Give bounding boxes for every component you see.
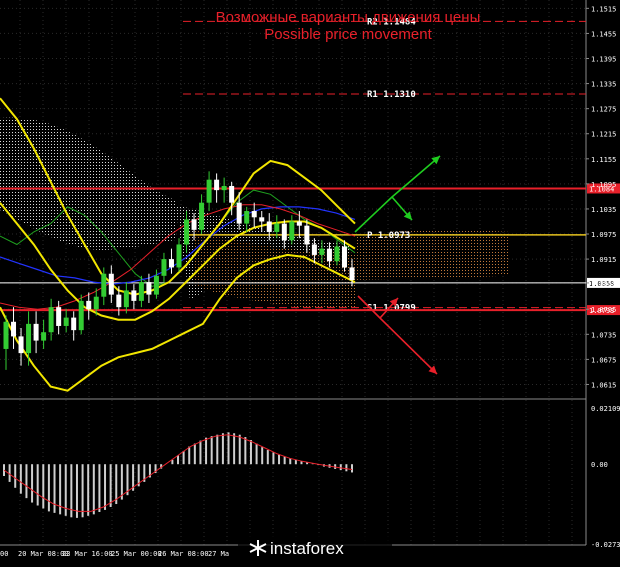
price-tick-label: 1.0615	[591, 381, 616, 389]
price-tick-label: 1.0735	[591, 331, 616, 339]
candle-body	[41, 332, 47, 341]
level-label-P: P 1.0973	[367, 231, 410, 241]
chart-title-ru: Возможные варианты движения цены	[216, 9, 481, 26]
candle-body	[349, 267, 355, 280]
candle-body	[319, 248, 325, 255]
candle-body	[3, 321, 9, 349]
candle-body	[184, 219, 190, 245]
time-label: 25 Mar 00:00	[111, 550, 162, 558]
candle-body	[48, 307, 54, 333]
price-tick-label: 1.0795	[591, 306, 616, 314]
candle-body	[131, 290, 137, 301]
candle-body	[146, 282, 152, 295]
time-label: 23 Mar 16:00	[62, 550, 113, 558]
candle-body	[236, 202, 242, 224]
price-tick-label: 1.0915	[591, 256, 616, 264]
price-tick-label: 1.1455	[591, 30, 616, 38]
chart-window: R2 1.1484 R1 1.1310 1.1084 P 1.0973 1.0858 S1…	[0, 0, 620, 563]
candle-body	[191, 219, 197, 230]
time-label: 20 Mar 08:00	[18, 550, 69, 558]
chart-title-en: Possible price movement	[264, 26, 432, 43]
price-tick-label: 1.0675	[591, 356, 616, 364]
macd-signal	[3, 434, 353, 512]
time-label: 26 Mar 08:00	[158, 550, 209, 558]
candle-body	[11, 321, 17, 337]
candle-body	[199, 202, 205, 230]
candle-body	[304, 225, 310, 245]
candle-body	[221, 185, 227, 191]
candle-body	[153, 275, 159, 295]
macd-tick-label: -0.02739	[591, 541, 620, 549]
candle-body	[123, 290, 129, 308]
candle-body	[296, 221, 302, 226]
candle-body	[326, 248, 332, 262]
candle-body	[214, 179, 220, 191]
price-tick-label: 1.1095	[591, 181, 616, 189]
time-label: 27 Ma	[208, 550, 229, 558]
time-label: 00	[0, 550, 8, 558]
price-tick-label: 1.0975	[591, 231, 616, 239]
candle-body	[33, 323, 39, 341]
price-tick-label: 1.1395	[591, 56, 616, 64]
candle-body	[78, 300, 84, 331]
candle-body	[93, 296, 99, 310]
watermark-text: instaforex	[270, 539, 344, 558]
candle-body	[56, 307, 62, 326]
candle-body	[161, 259, 167, 276]
candle-body	[281, 223, 287, 241]
candle-body	[18, 336, 24, 354]
candle-body	[71, 317, 77, 331]
candle-body	[341, 246, 347, 268]
price-tick-label: 1.1335	[591, 81, 616, 89]
candle-body	[63, 317, 69, 326]
candle-body	[86, 300, 92, 310]
candle-body	[244, 211, 250, 224]
arrow-up-long	[354, 155, 441, 233]
candle-body	[266, 221, 272, 232]
candle-body	[311, 244, 317, 255]
candle-body	[274, 223, 280, 232]
candle-body	[289, 221, 295, 241]
price-tick-label: 1.0858	[591, 280, 616, 288]
macd-tick-label: 0.02109	[591, 405, 620, 413]
forex-chart: R2 1.1484R1 1.13101.1084P 1.09731.0858S1…	[0, 0, 620, 563]
candle-body	[116, 294, 122, 308]
level-label-R1: R1 1.1310	[367, 90, 416, 100]
candle-body	[108, 273, 114, 295]
candle-body	[206, 179, 212, 203]
instaforex-logo: instaforex	[238, 533, 392, 563]
candle-body	[334, 246, 340, 262]
price-tick-label: 1.1215	[591, 131, 616, 139]
candle-body	[176, 244, 182, 268]
candle-body	[251, 211, 257, 218]
price-tick-label: 1.1515	[591, 5, 616, 13]
candle-body	[229, 185, 235, 203]
candle-body	[26, 323, 32, 354]
price-tick-label: 1.1275	[591, 106, 616, 114]
macd-tick-label: 0.00	[591, 461, 608, 469]
candle-body	[138, 282, 144, 301]
price-tick-label: 1.1035	[591, 206, 616, 214]
candle-body	[101, 273, 107, 297]
macd-panel	[3, 432, 353, 518]
candle-body	[259, 217, 265, 222]
price-tick-label: 1.1155	[591, 156, 616, 164]
candle-body	[168, 259, 174, 268]
